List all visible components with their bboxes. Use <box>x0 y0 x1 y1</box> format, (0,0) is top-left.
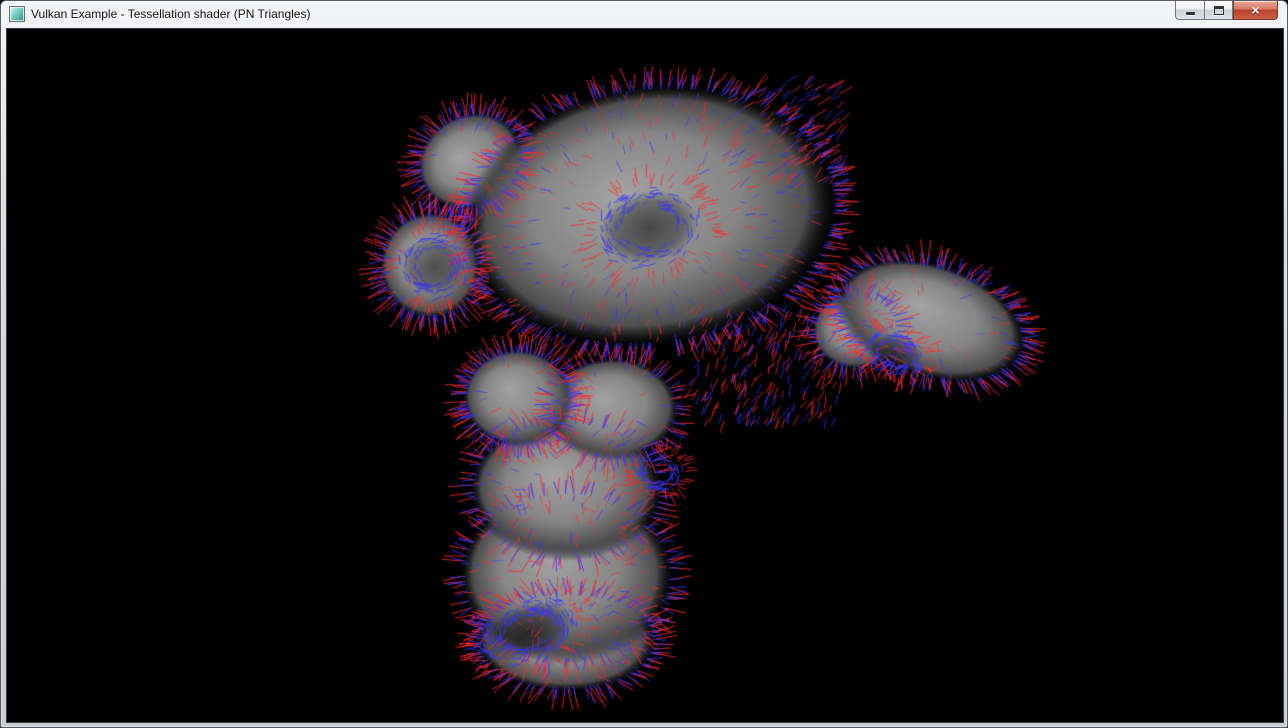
minimize-icon <box>1186 12 1195 15</box>
app-icon[interactable] <box>9 6 25 22</box>
close-button[interactable]: × <box>1233 1 1278 20</box>
title-bar[interactable]: Vulkan Example - Tessellation shader (PN… <box>1 1 1287 28</box>
window-title: Vulkan Example - Tessellation shader (PN… <box>31 7 310 21</box>
client-area <box>7 29 1283 722</box>
caption-button-group: × <box>1175 1 1278 20</box>
maximize-icon <box>1214 6 1224 15</box>
app-window: Vulkan Example - Tessellation shader (PN… <box>0 0 1288 728</box>
close-icon: × <box>1251 2 1259 19</box>
maximize-button[interactable] <box>1204 1 1233 20</box>
minimize-button[interactable] <box>1175 1 1204 20</box>
render-viewport[interactable] <box>7 29 1283 722</box>
